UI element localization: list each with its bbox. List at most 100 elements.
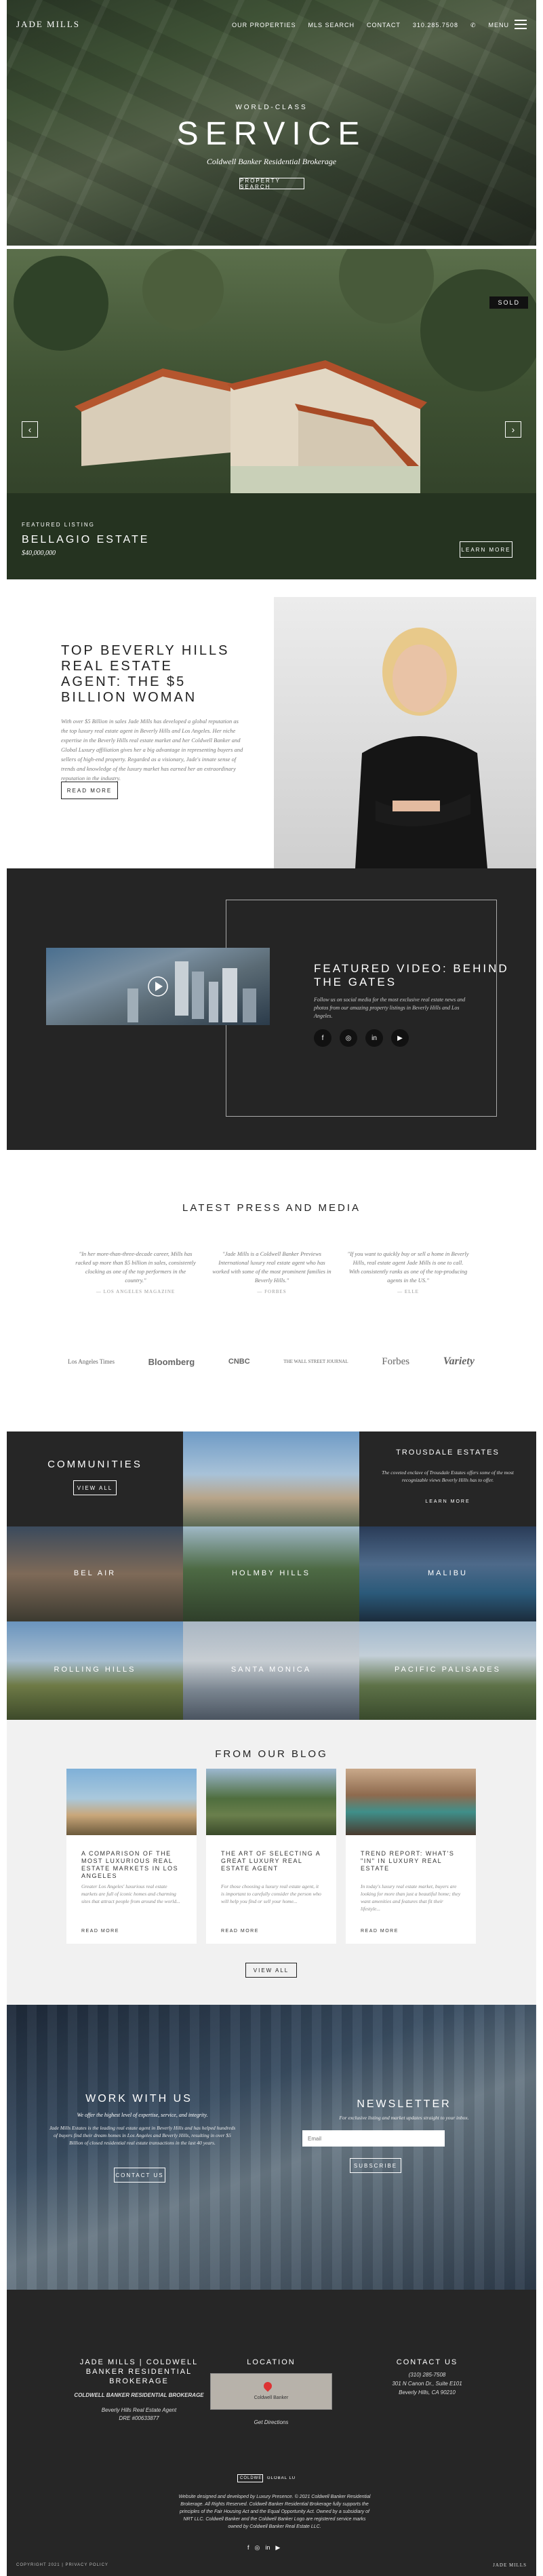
linkedin-icon[interactable]: in	[265, 2544, 270, 2552]
footer-copyright[interactable]: COPYRIGHT 2021 | PRIVACY POLICY	[16, 2563, 108, 2567]
footer-dre: DRE #00633877	[119, 2415, 159, 2421]
work-heading: WORK WITH US	[85, 2093, 193, 2104]
footer-logo[interactable]: JADE MILLS	[493, 2562, 527, 2568]
trousdale-learn-more-link[interactable]: LEARN MORE	[359, 1499, 536, 1504]
press-logos: Los Angeles Times Bloomberg CNBC THE WAL…	[68, 1356, 475, 1368]
la-times-logo[interactable]: Los Angeles Times	[68, 1358, 115, 1365]
footer-map[interactable]: Coldwell Banker	[210, 2373, 332, 2410]
blog-card-excerpt: For those choosing a luxury real estate …	[221, 1883, 321, 1904]
video-heading: FEATURED VIDEO: BEHIND THE GATES	[314, 962, 509, 988]
community-tile-bel-air[interactable]: BEL AIR	[7, 1526, 183, 1621]
quote-text: "Jade Mills is a Coldwell Banker Preview…	[212, 1250, 331, 1284]
work-description: Jade Mills Estates is the leading real e…	[49, 2125, 236, 2146]
press-quote: "If you want to quickly buy or sell a ho…	[347, 1250, 469, 1296]
agent-portrait	[274, 597, 536, 868]
nav-phone[interactable]: 310.285.7508	[413, 22, 458, 29]
community-tile-rodeo[interactable]	[183, 1431, 359, 1526]
footer-location-heading: LOCATION	[247, 2358, 296, 2366]
footer-phone[interactable]: (310) 285-7508	[359, 2371, 495, 2379]
footer-social-links: f ◎ in ▶	[247, 2544, 280, 2552]
blog-card-title: THE ART OF SELECTING A GREAT LUXURY REAL…	[221, 1850, 321, 1872]
blog-card[interactable]: A COMPARISON OF THE MOST LUXURIOUS REAL …	[66, 1769, 197, 1944]
footer-contact-heading: CONTACT US	[396, 2358, 458, 2366]
blog-card[interactable]: TREND REPORT: WHAT'S "IN" IN LUXURY REAL…	[346, 1769, 476, 1944]
estate-learn-more-button[interactable]: LEARN MORE	[460, 541, 512, 558]
newsletter-subscribe-button[interactable]: SUBSCRIBE	[350, 2158, 401, 2173]
blog-card-image	[346, 1769, 476, 1835]
hero-kicker: WORLD-CLASS	[235, 104, 308, 111]
newsletter-subheading: For exclusive listing and market updates…	[339, 2115, 469, 2121]
nav-item-properties[interactable]: OUR PROPERTIES	[232, 22, 296, 29]
communities-intro-tile: COMMUNITIES VIEW ALL	[7, 1431, 183, 1526]
footer-legal: Website designed and developed by Luxury…	[178, 2495, 371, 2529]
get-directions-link[interactable]: Get Directions	[210, 2419, 332, 2427]
trousdale-description: The coveted enclave of Trousdale Estates…	[382, 1469, 514, 1483]
quote-source: — ELLE	[397, 1289, 419, 1294]
community-tile-holmby-hills[interactable]: HOLMBY HILLS	[183, 1526, 359, 1621]
communities-view-all-button[interactable]: VIEW ALL	[73, 1480, 117, 1495]
blog-card-image	[66, 1769, 197, 1835]
variety-logo[interactable]: Variety	[443, 1356, 475, 1368]
forbes-logo[interactable]: Forbes	[382, 1356, 409, 1368]
newsletter-email-input[interactable]	[302, 2130, 445, 2147]
property-search-button[interactable]: PROPERTY SEARCH	[239, 178, 304, 190]
agent-read-more-button[interactable]: READ MORE	[61, 782, 118, 799]
communities-heading: COMMUNITIES	[47, 1459, 142, 1470]
blog-read-more-link[interactable]: READ MORE	[81, 1929, 119, 1934]
quote-source: — FORBES	[257, 1289, 287, 1294]
community-label: PACIFIC PALISADES	[395, 1666, 501, 1674]
cnbc-logo[interactable]: CNBC	[228, 1358, 250, 1366]
map-label: Coldwell Banker	[254, 2396, 289, 2400]
community-label: HOLMBY HILLS	[232, 1569, 310, 1577]
instagram-icon[interactable]: ◎	[255, 2544, 260, 2552]
footer-brand-sub: COLDWELL BANKER RESIDENTIAL BROKERAGE	[74, 2392, 204, 2398]
prev-arrow-icon[interactable]: ‹	[22, 421, 38, 438]
community-label: MALIBU	[428, 1569, 468, 1577]
site-logo[interactable]: JADE MILLS	[16, 19, 80, 30]
community-label: BEL AIR	[73, 1569, 117, 1577]
blog-card-excerpt: In today's luxury real estate market, bu…	[361, 1883, 461, 1912]
community-tile-pacific-palisades[interactable]: PACIFIC PALISADES	[359, 1621, 536, 1720]
community-label: ROLLING HILLS	[54, 1666, 136, 1674]
nav-item-contact[interactable]: CONTACT	[367, 22, 401, 29]
menu-label[interactable]: MENU	[489, 22, 510, 29]
next-arrow-icon[interactable]: ›	[505, 421, 521, 438]
hero-title: SERVICE	[176, 116, 367, 152]
blog-read-more-link[interactable]: READ MORE	[221, 1929, 259, 1934]
featured-video-thumbnail[interactable]	[46, 948, 270, 1025]
blog-read-more-link[interactable]: READ MORE	[361, 1929, 399, 1934]
contact-us-button[interactable]: CONTACT US	[114, 2168, 165, 2183]
instagram-icon[interactable]: ◎	[340, 1029, 357, 1047]
phone-icon: ✆	[470, 22, 477, 28]
linkedin-icon[interactable]: in	[365, 1029, 383, 1047]
nav-item-mls-search[interactable]: MLS SEARCH	[308, 22, 355, 29]
community-tile-santa-monica[interactable]: SANTA MONICA	[183, 1621, 359, 1720]
blog-card[interactable]: THE ART OF SELECTING A GREAT LUXURY REAL…	[206, 1769, 336, 1944]
blog-heading: FROM OUR BLOG	[215, 1748, 328, 1760]
facebook-icon[interactable]: f	[247, 2544, 249, 2552]
wsj-logo[interactable]: THE WALL STREET JOURNAL	[283, 1359, 348, 1364]
youtube-icon[interactable]: ▶	[391, 1029, 409, 1047]
blog-view-all-button[interactable]: VIEW ALL	[245, 1963, 297, 1978]
facebook-icon[interactable]: f	[314, 1029, 331, 1047]
youtube-icon[interactable]: ▶	[275, 2544, 280, 2552]
sold-badge: SOLD	[489, 296, 528, 309]
community-tile-malibu[interactable]: MALIBU	[359, 1526, 536, 1621]
bloomberg-logo[interactable]: Bloomberg	[148, 1357, 195, 1367]
estate-price: $40,000,000	[22, 550, 56, 557]
video-description: Follow us on social media for the most e…	[314, 997, 466, 1019]
quote-source: — LOS ANGELES MAGAZINE	[96, 1289, 176, 1294]
agent-heading: TOP BEVERLY HILLS REAL ESTATE AGENT: THE…	[61, 643, 230, 705]
community-tile-trousdale[interactable]: TROUSDALE ESTATES The coveted enclave of…	[359, 1431, 536, 1526]
newsletter-heading: NEWSLETTER	[357, 2098, 451, 2110]
community-label: SANTA MONICA	[230, 1666, 312, 1674]
estate-name: BELLAGIO ESTATE	[22, 534, 150, 545]
community-tile-rolling-hills[interactable]: ROLLING HILLS	[7, 1621, 183, 1720]
hamburger-menu-icon[interactable]	[515, 20, 527, 29]
featured-listing-label: FEATURED LISTING	[22, 522, 95, 528]
footer-brand: JADE MILLS | COLDWELL BANKER RESIDENTIAL…	[79, 2358, 199, 2385]
footer-brand-line: Beverly Hills Real Estate Agent	[101, 2407, 177, 2413]
coldwell-banker-logo: COLDWELL BANKER	[237, 2474, 263, 2482]
blog-card-title: A COMPARISON OF THE MOST LUXURIOUS REAL …	[81, 1850, 179, 1879]
city-aerial-photo	[127, 961, 256, 1022]
